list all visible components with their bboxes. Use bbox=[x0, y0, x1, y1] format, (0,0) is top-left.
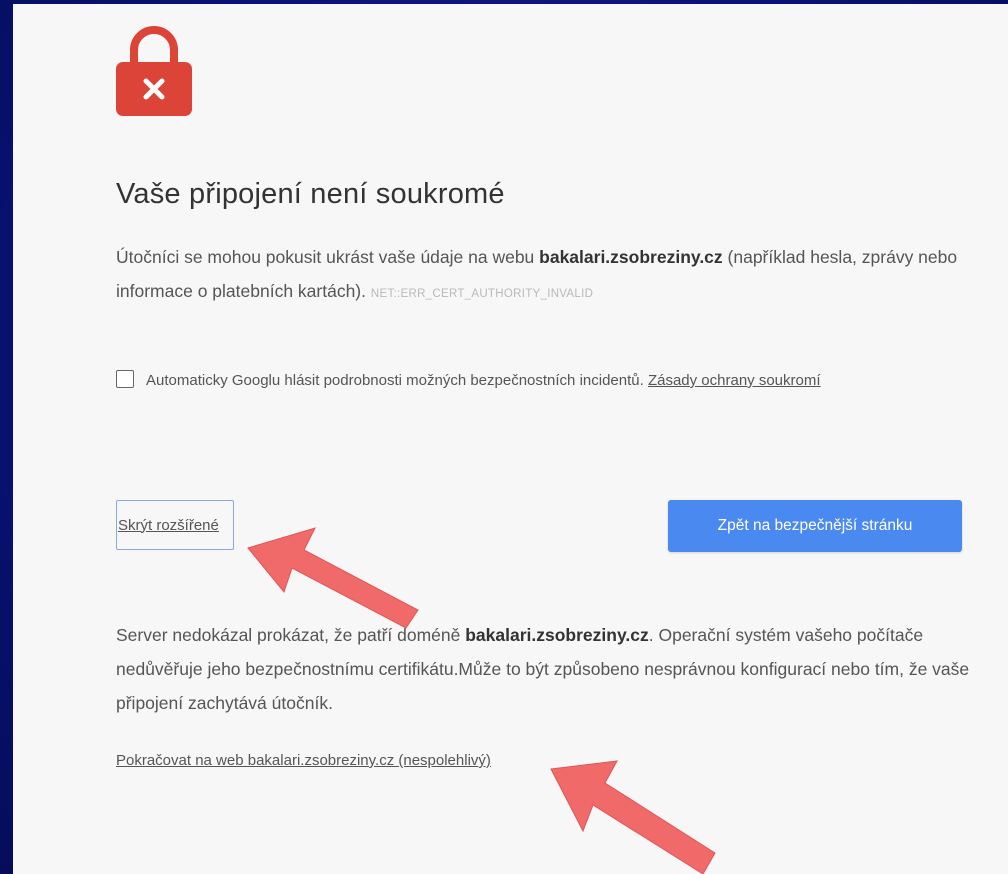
report-option: Automaticky Googlu hlásit podrobnosti mo… bbox=[116, 364, 916, 397]
intro-text-start: Útočníci se mohou pokusit ukrást vaše úd… bbox=[116, 247, 540, 267]
details-paragraph: Server nedokázal prokázat, že patří domé… bbox=[116, 618, 976, 720]
error-code[interactable]: NET::ERR_CERT_AUTHORITY_INVALID bbox=[371, 288, 593, 300]
report-checkbox[interactable] bbox=[116, 370, 134, 388]
arrow-annotation-icon bbox=[247, 527, 419, 629]
arrow-annotation-icon bbox=[550, 760, 716, 874]
proceed-unsafe-link[interactable]: Pokračovat na web bakalari.zsobreziny.cz… bbox=[116, 752, 491, 769]
lock-error-icon bbox=[116, 26, 192, 116]
details-domain: bakalari.zsobreziny.cz bbox=[465, 625, 649, 645]
hide-advanced-button[interactable]: Skrýt rozšířené bbox=[116, 500, 234, 550]
intro-domain: bakalari.zsobreziny.cz bbox=[539, 247, 723, 267]
back-to-safety-button[interactable]: Zpět na bezpečnější stránku bbox=[668, 500, 962, 552]
page-title: Vaše připojení není soukromé bbox=[116, 178, 505, 210]
browser-page: Vaše připojení není soukromé Útočníci se… bbox=[13, 4, 1008, 874]
intro-paragraph: Útočníci se mohou pokusit ukrást vaše úd… bbox=[116, 240, 976, 311]
report-label: Automaticky Googlu hlásit podrobnosti mo… bbox=[146, 372, 648, 389]
privacy-policy-link[interactable]: Zásady ochrany soukromí bbox=[648, 372, 821, 389]
